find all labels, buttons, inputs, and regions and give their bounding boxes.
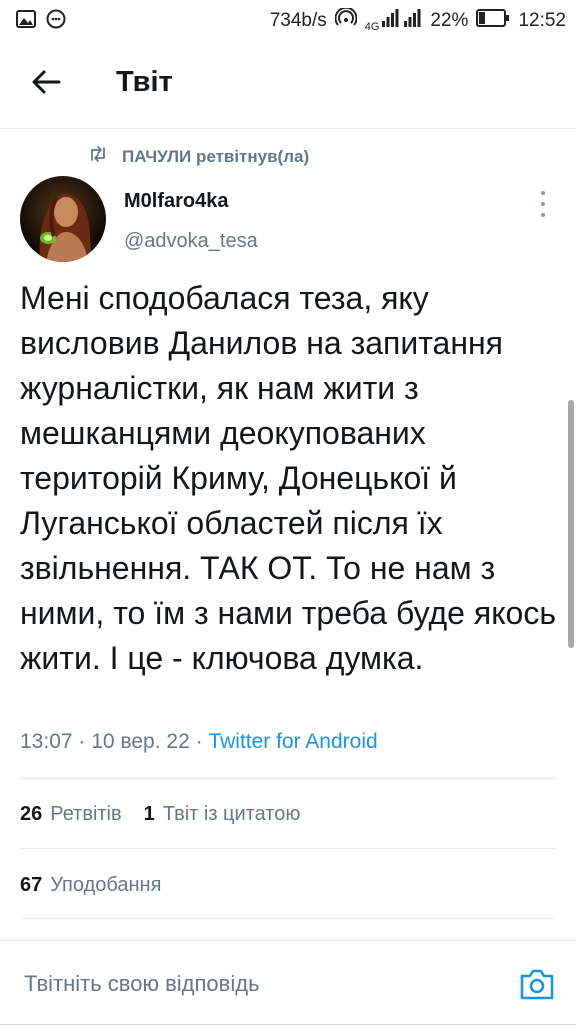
network-speed: 734b/s [269,10,327,31]
reply-bar: Твітніть свою відповідь [0,940,576,1025]
likes-count: 67 [20,874,43,896]
tweet-time: 13:07 [20,730,73,753]
gallery-icon [16,10,36,33]
status-bar: 734b/s 4G 22% 12:52 [0,0,576,40]
quotes-label: Твіт із цитатою [162,803,301,825]
avatar[interactable] [20,176,106,262]
wifi-hotspot-icon [334,6,358,34]
network-type: 4G [364,21,380,33]
reply-input[interactable]: Твітніть свою відповідь [24,971,260,997]
author-name[interactable]: M0lfaro4ka [124,190,229,213]
more-button[interactable] [533,191,553,217]
divider [20,848,556,849]
app-header: Твіт [0,40,576,129]
clock: 12:52 [518,10,566,31]
meta-separator: · [78,730,86,753]
likes-stats: 67 Уподобання [20,874,161,897]
camera-button[interactable] [518,965,556,1003]
retweets-count: 26 [20,803,43,825]
retweet-text: ПАЧУЛИ ретвітнув(ла) [122,146,310,166]
tweet-date: 10 вер. 22 [91,730,190,753]
back-button[interactable] [28,66,64,102]
likes-link[interactable]: 67 Уподобання [20,874,161,897]
more-icon [541,191,545,195]
divider [20,918,556,919]
retweet-icon [88,146,108,167]
tweet-meta: 13:07 · 10 вер. 22 · Twitter for Android [20,730,378,754]
divider [20,778,556,779]
retweet-indicator[interactable]: ПАЧУЛИ ретвітнув(ла) [88,146,309,167]
author-handle[interactable]: @advoka_tesa [124,230,258,253]
meta-separator: · [195,730,203,753]
smile-icon [46,9,66,34]
retweets-link[interactable]: 26 Ретвітів [20,803,122,826]
signal-icon [382,9,422,33]
scrollbar[interactable] [568,400,574,648]
retweet-stats: 26 Ретвітів 1 Твіт із цитатою [20,803,300,826]
battery-percent: 22% [430,10,469,31]
battery-icon [476,9,510,33]
quotes-link[interactable]: 1 Твіт із цитатою [144,803,301,826]
camera-icon [518,969,556,1007]
tweet-source-link[interactable]: Twitter for Android [208,730,377,753]
tweet-text: Мені сподобалася теза, яку висловив Дани… [20,280,557,676]
likes-label: Уподобання [50,874,162,896]
retweets-label: Ретвітів [50,803,122,825]
page-title: Твіт [116,66,173,98]
back-arrow-icon [31,69,61,100]
quotes-count: 1 [143,803,155,825]
